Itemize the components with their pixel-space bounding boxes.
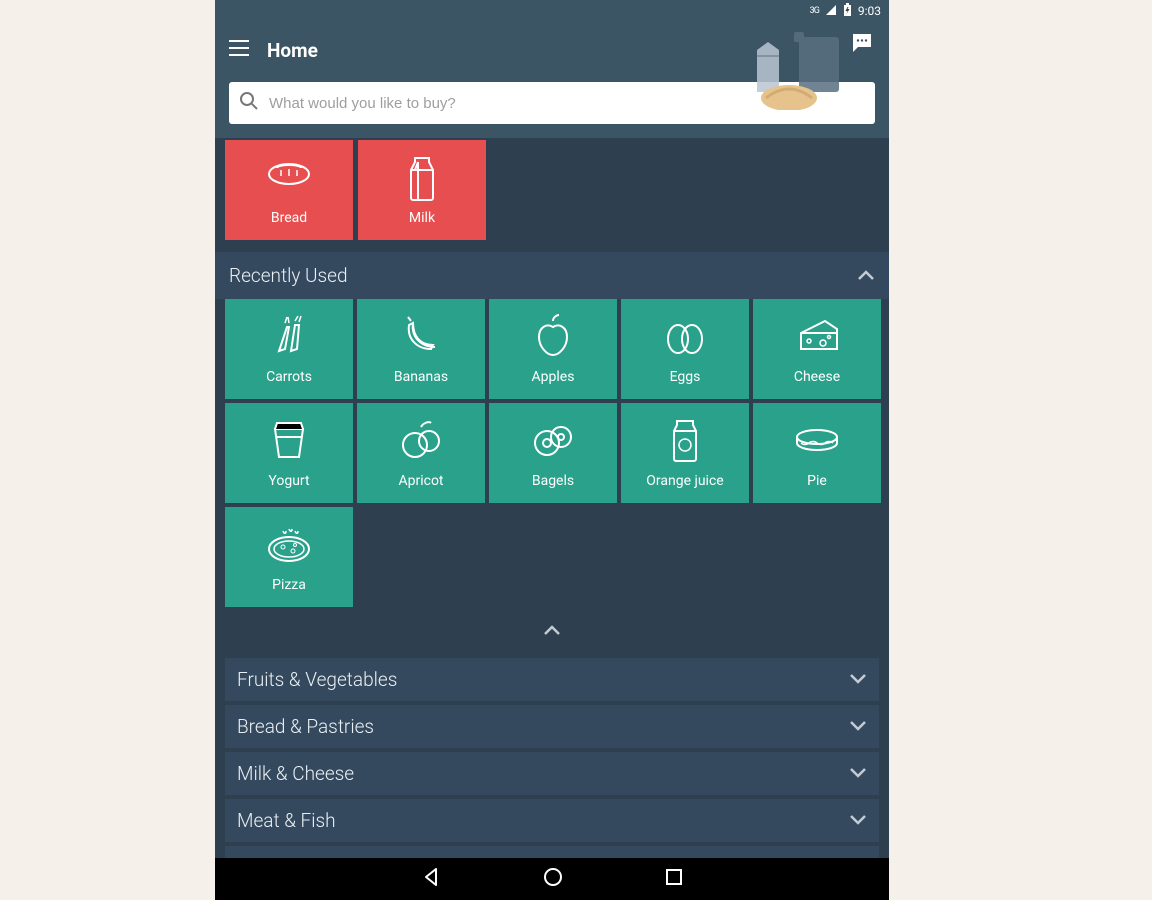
yogurt-icon	[265, 417, 313, 465]
categories-list: Fruits & Vegetables Bread & Pastries Milk …	[215, 658, 889, 858]
home-button[interactable]	[542, 866, 564, 892]
item-tile-cheese[interactable]: Cheese	[753, 299, 881, 399]
chevron-down-icon	[849, 717, 867, 736]
network-indicator: 3G	[810, 6, 819, 16]
main-scroll[interactable]: Bread Milk Recently Used Carrots Bananas Ap…	[215, 130, 889, 858]
apple-icon	[529, 313, 577, 361]
pie-icon	[793, 417, 841, 465]
item-label: Apples	[532, 369, 575, 385]
bananas-icon	[397, 313, 445, 361]
overview-button[interactable]	[664, 867, 684, 891]
item-tile-pie[interactable]: Pie	[753, 403, 881, 503]
search-bar[interactable]	[229, 82, 875, 124]
apricot-icon	[397, 417, 445, 465]
item-tile-milk[interactable]: Milk	[358, 140, 486, 240]
category-title: Bread & Pastries	[237, 715, 374, 738]
item-label: Yogurt	[268, 473, 309, 489]
category-title: Fruits & Vegetables	[237, 668, 397, 691]
category-row[interactable]: Fruits & Vegetables	[225, 658, 879, 701]
item-tile-apple[interactable]: Apples	[489, 299, 617, 399]
item-tile-yogurt[interactable]: Yogurt	[225, 403, 353, 503]
selected-items-row: Bread Milk	[215, 130, 889, 250]
item-tile-eggs[interactable]: Eggs	[621, 299, 749, 399]
milk-icon	[398, 154, 446, 202]
clock: 9:03	[858, 4, 881, 18]
chevron-up-icon	[857, 266, 875, 285]
item-label: Bread	[271, 210, 307, 226]
item-tile-apricot[interactable]: Apricot	[357, 403, 485, 503]
item-label: Carrots	[266, 369, 312, 385]
category-title: Milk & Cheese	[237, 762, 354, 785]
chevron-down-icon	[849, 764, 867, 783]
bread-icon	[265, 154, 313, 202]
category-row[interactable]: Bread & Pastries	[225, 705, 879, 748]
section-title: Recently Used	[229, 264, 348, 287]
item-label: Bagels	[532, 473, 574, 489]
item-label: Pizza	[272, 577, 306, 593]
recently-used-grid: Carrots Bananas Apples Eggs Cheese Yogurt Apri…	[215, 299, 889, 615]
recently-used-section: Recently Used	[215, 252, 889, 299]
search-input[interactable]	[269, 95, 865, 112]
chevron-up-icon	[542, 621, 562, 640]
search-icon	[239, 91, 259, 115]
category-row[interactable]: Ingredients & Spices	[225, 846, 879, 858]
item-tile-bagels[interactable]: Bagels	[489, 403, 617, 503]
item-tile-carrots[interactable]: Carrots	[225, 299, 353, 399]
category-title: Meat & Fish	[237, 809, 336, 832]
chat-button[interactable]	[851, 32, 873, 58]
signal-icon	[825, 4, 837, 19]
item-tile-oj[interactable]: Orange juice	[621, 403, 749, 503]
app-bar: Home	[215, 22, 889, 138]
item-label: Pie	[807, 473, 827, 489]
category-row[interactable]: Milk & Cheese	[225, 752, 879, 795]
item-label: Orange juice	[646, 473, 723, 489]
cheese-icon	[793, 313, 841, 361]
oj-icon	[661, 417, 709, 465]
item-label: Bananas	[394, 369, 448, 385]
item-tile-pizza[interactable]: Pizza	[225, 507, 353, 607]
status-bar: 3G 9:03	[215, 0, 889, 22]
carrots-icon	[265, 313, 313, 361]
item-label: Cheese	[794, 369, 840, 385]
system-nav-bar	[215, 858, 889, 900]
collapse-button[interactable]	[215, 615, 889, 650]
bagels-icon	[529, 417, 577, 465]
item-label: Apricot	[398, 473, 443, 489]
pizza-icon	[265, 521, 313, 569]
item-label: Eggs	[670, 369, 701, 385]
chevron-down-icon	[849, 670, 867, 689]
battery-icon	[843, 3, 852, 20]
back-button[interactable]	[420, 866, 442, 892]
category-row[interactable]: Meat & Fish	[225, 799, 879, 842]
eggs-icon	[661, 313, 709, 361]
chevron-down-icon	[849, 811, 867, 830]
recently-used-header[interactable]: Recently Used	[215, 252, 889, 299]
page-title: Home	[267, 39, 318, 62]
menu-button[interactable]	[229, 40, 249, 60]
item-tile-bananas[interactable]: Bananas	[357, 299, 485, 399]
item-tile-bread[interactable]: Bread	[225, 140, 353, 240]
item-label: Milk	[409, 210, 435, 226]
device-frame: 3G 9:03 Home	[215, 0, 889, 900]
